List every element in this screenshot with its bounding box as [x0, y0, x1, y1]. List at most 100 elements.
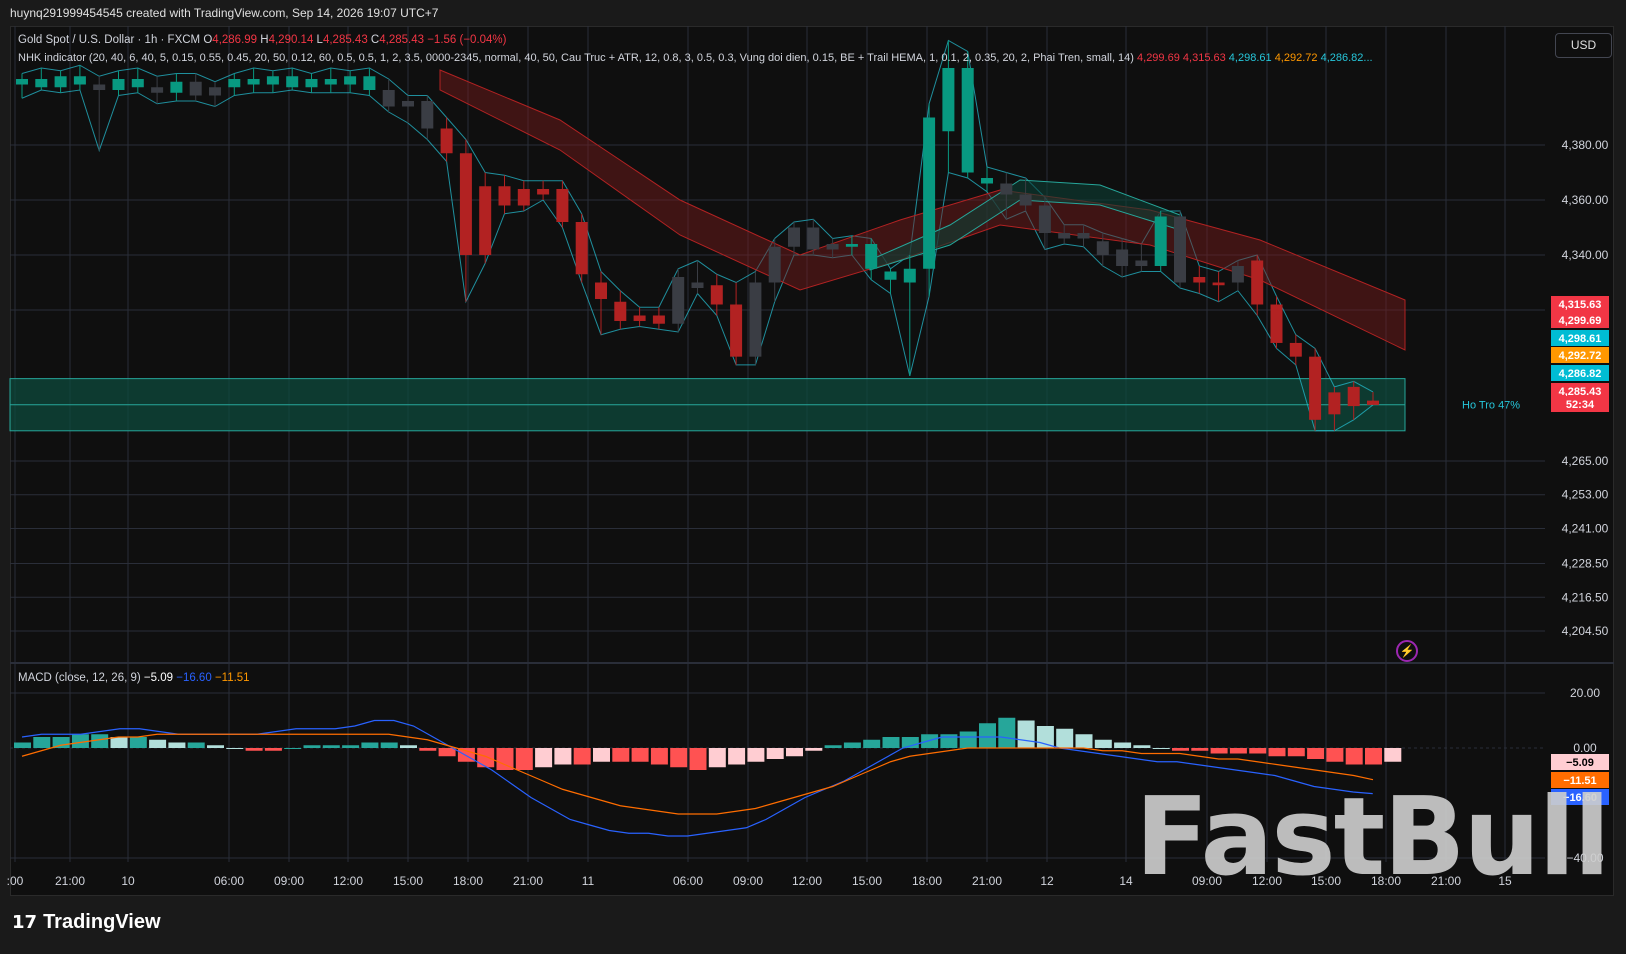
macd-histogram-bar [824, 745, 842, 748]
candle-body [73, 76, 86, 85]
macd-signal-value: −11.51 [214, 672, 250, 684]
candle-body [614, 301, 627, 321]
candle [209, 81, 221, 107]
candle-body [981, 178, 993, 184]
macd-histogram-bar [612, 748, 630, 762]
macd-hist-value: −5.09 [143, 672, 174, 684]
candle-body [1038, 205, 1051, 233]
candle-body [807, 227, 820, 250]
candle-body [1096, 241, 1109, 255]
price-tick-label: 4,380.00 [1562, 138, 1609, 152]
macd-histogram-bar [689, 748, 707, 770]
candle [247, 68, 260, 93]
macd-histogram-bar [747, 748, 765, 762]
macd-histogram-bar [1036, 726, 1054, 748]
candle-body [1077, 233, 1090, 239]
candle-body [1328, 392, 1341, 415]
macd-legend[interactable]: MACD (close, 12, 26, 9) −5.09 −16.60 −11… [18, 672, 250, 684]
candle-body [672, 277, 685, 324]
macd-tick-label: 20.00 [1570, 686, 1600, 700]
time-tick-label: 11 [582, 874, 595, 888]
macd-histogram-bar [708, 748, 726, 768]
price-tick-label: 4,216.50 [1562, 590, 1609, 604]
macd-histogram-bar [1287, 748, 1305, 757]
macd-histogram-bar [1229, 748, 1247, 754]
macd-histogram-bar [1133, 745, 1151, 748]
indicator-value-2: 4,315.63 [1182, 52, 1226, 64]
macd-histogram-bar [149, 739, 167, 748]
price-tick-label: 4,340.00 [1562, 248, 1609, 262]
price-tick-label: 4,253.00 [1562, 488, 1609, 502]
candle-body [884, 271, 897, 280]
tradingview-logo[interactable]: 𝟭𝟳 TradingView [12, 911, 161, 934]
candle [112, 70, 125, 96]
candle [151, 76, 164, 104]
candle-body [942, 68, 955, 132]
time-tick-label: 09:00 [274, 874, 304, 888]
price-tick-label: 4,228.50 [1562, 557, 1609, 571]
time-tick-label: 18:00 [912, 874, 942, 888]
macd-histogram-bar [670, 748, 688, 768]
macd-histogram-bar [207, 745, 224, 748]
symbol-legend[interactable]: Gold Spot / U.S. Dollar · 1h · FXCM O4,2… [18, 34, 506, 46]
macd-histogram-bar [361, 742, 379, 748]
candle-body [1058, 233, 1071, 239]
macd-histogram-bar [921, 734, 939, 748]
candle [479, 172, 492, 264]
candle [961, 51, 974, 178]
price-tag-text: 4,292.72 [1559, 350, 1602, 362]
macd-histogram-bar [438, 748, 456, 757]
candle [1309, 348, 1322, 431]
macd-histogram-bar [129, 737, 147, 748]
time-tick-label: 21:00 [55, 874, 85, 888]
candle-body [652, 315, 665, 324]
time-tick-label: 12 [1040, 874, 1054, 888]
candle-body [16, 79, 28, 85]
candle [749, 271, 762, 365]
candle [189, 73, 202, 101]
macd-histogram-bar [728, 748, 746, 765]
macd-histogram-bar [322, 745, 340, 748]
candle [1212, 271, 1225, 302]
time-tick-label: 21:00 [513, 874, 543, 888]
candle-body [498, 186, 511, 206]
indicator-legend[interactable]: NHK indicator (20, 40, 6, 40, 5, 0.15, 0… [18, 52, 1373, 64]
macd-histogram-bar [766, 748, 784, 759]
macd-histogram-bar [14, 742, 31, 748]
high-label: H [260, 34, 269, 46]
candle [459, 139, 472, 302]
macd-histogram-bar [786, 748, 803, 757]
candle-body [421, 101, 434, 129]
macd-histogram-bar [400, 745, 417, 748]
lightning-icon[interactable]: ⚡ [1396, 640, 1418, 662]
macd-histogram-bar [940, 734, 958, 748]
currency-button[interactable]: USD [1555, 33, 1612, 58]
support-zone-label: Ho Tro 47% [1462, 400, 1520, 412]
macd-histogram-bar [650, 748, 668, 765]
resistance-ribbon [439, 69, 1406, 351]
macd-histogram-bar [979, 723, 996, 748]
candle-body [170, 81, 183, 93]
change-value: −1.56 (−0.04%) [427, 34, 507, 46]
macd-histogram-bar [573, 748, 591, 765]
candle [575, 213, 588, 283]
macd-histogram-bar [882, 737, 900, 748]
candle-body [1251, 260, 1264, 305]
candle-body [537, 189, 550, 195]
candle-body [93, 84, 106, 90]
macd-histogram-bar [187, 742, 205, 748]
price-tick-label: 4,265.00 [1562, 454, 1609, 468]
candle-body [1116, 249, 1129, 266]
candle [382, 79, 395, 112]
candle-body [517, 189, 530, 206]
candle [923, 103, 936, 297]
indicator-value-5: 4,286.82... [1320, 52, 1373, 64]
low-value: 4,285.43 [322, 34, 368, 46]
price-tag: 4,292.72 [1551, 347, 1609, 363]
indicator-value-3: 4,298.61 [1228, 52, 1272, 64]
candle-body [209, 87, 221, 96]
candle-body [961, 68, 974, 173]
macd-histogram-bar [303, 745, 321, 748]
candle-body [788, 227, 800, 247]
grid [10, 26, 1545, 862]
